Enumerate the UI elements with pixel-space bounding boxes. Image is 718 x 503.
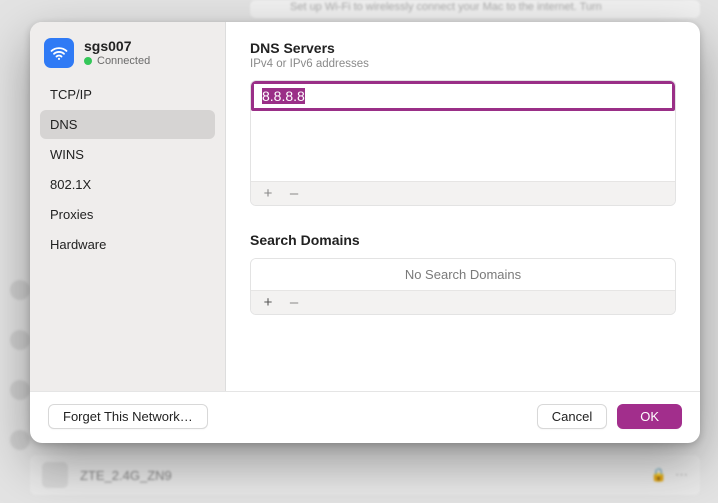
network-name: sgs007 <box>84 38 150 55</box>
lock-icon: 🔒 <box>651 467 667 483</box>
sidebar: sgs007 Connected TCP/IPDNSWINS802.1XProx… <box>30 22 226 391</box>
search-domains-list[interactable]: No Search Domains + – <box>250 258 676 315</box>
network-settings-sheet: sgs007 Connected TCP/IPDNSWINS802.1XProx… <box>30 22 700 443</box>
network-header: sgs007 Connected <box>40 36 215 80</box>
sheet-footer: Forget This Network… Cancel OK <box>30 391 700 443</box>
dns-remove-button[interactable]: – <box>287 186 301 201</box>
sidebar-tab-dns[interactable]: DNS <box>40 110 215 139</box>
sidebar-tab-hardware[interactable]: Hardware <box>40 230 215 259</box>
sidebar-tab-proxies[interactable]: Proxies <box>40 200 215 229</box>
dns-add-button[interactable]: + <box>261 186 275 201</box>
background-banner: Set up Wi-Fi to wirelessly connect your … <box>250 0 700 18</box>
wifi-signal-icon: ⋯ <box>675 467 688 483</box>
search-domains-add-button[interactable]: + <box>261 295 275 310</box>
cancel-button[interactable]: Cancel <box>537 404 607 429</box>
wifi-icon <box>44 38 74 68</box>
sidebar-tab-wins[interactable]: WINS <box>40 140 215 169</box>
main-panel: DNS Servers IPv4 or IPv6 addresses + – S… <box>226 22 700 391</box>
dns-servers-list[interactable]: + – <box>250 80 676 206</box>
ok-button[interactable]: OK <box>617 404 682 429</box>
background-network-name: ZTE_2.4G_ZN9 <box>80 468 643 483</box>
dns-servers-title: DNS Servers <box>250 40 676 56</box>
sidebar-tab-802-1x[interactable]: 802.1X <box>40 170 215 199</box>
sidebar-tab-tcp-ip[interactable]: TCP/IP <box>40 80 215 109</box>
search-domains-title: Search Domains <box>250 232 676 248</box>
status-dot-icon <box>84 57 92 65</box>
dns-server-input[interactable] <box>251 81 675 111</box>
dns-servers-subtitle: IPv4 or IPv6 addresses <box>250 58 676 70</box>
background-network-row: ZTE_2.4G_ZN9 🔒 ⋯ <box>30 455 700 495</box>
network-status-label: Connected <box>97 55 150 68</box>
search-domains-remove-button[interactable]: – <box>287 295 301 310</box>
forget-network-button[interactable]: Forget This Network… <box>48 404 208 429</box>
network-status: Connected <box>84 55 150 68</box>
search-domains-empty: No Search Domains <box>251 259 675 290</box>
